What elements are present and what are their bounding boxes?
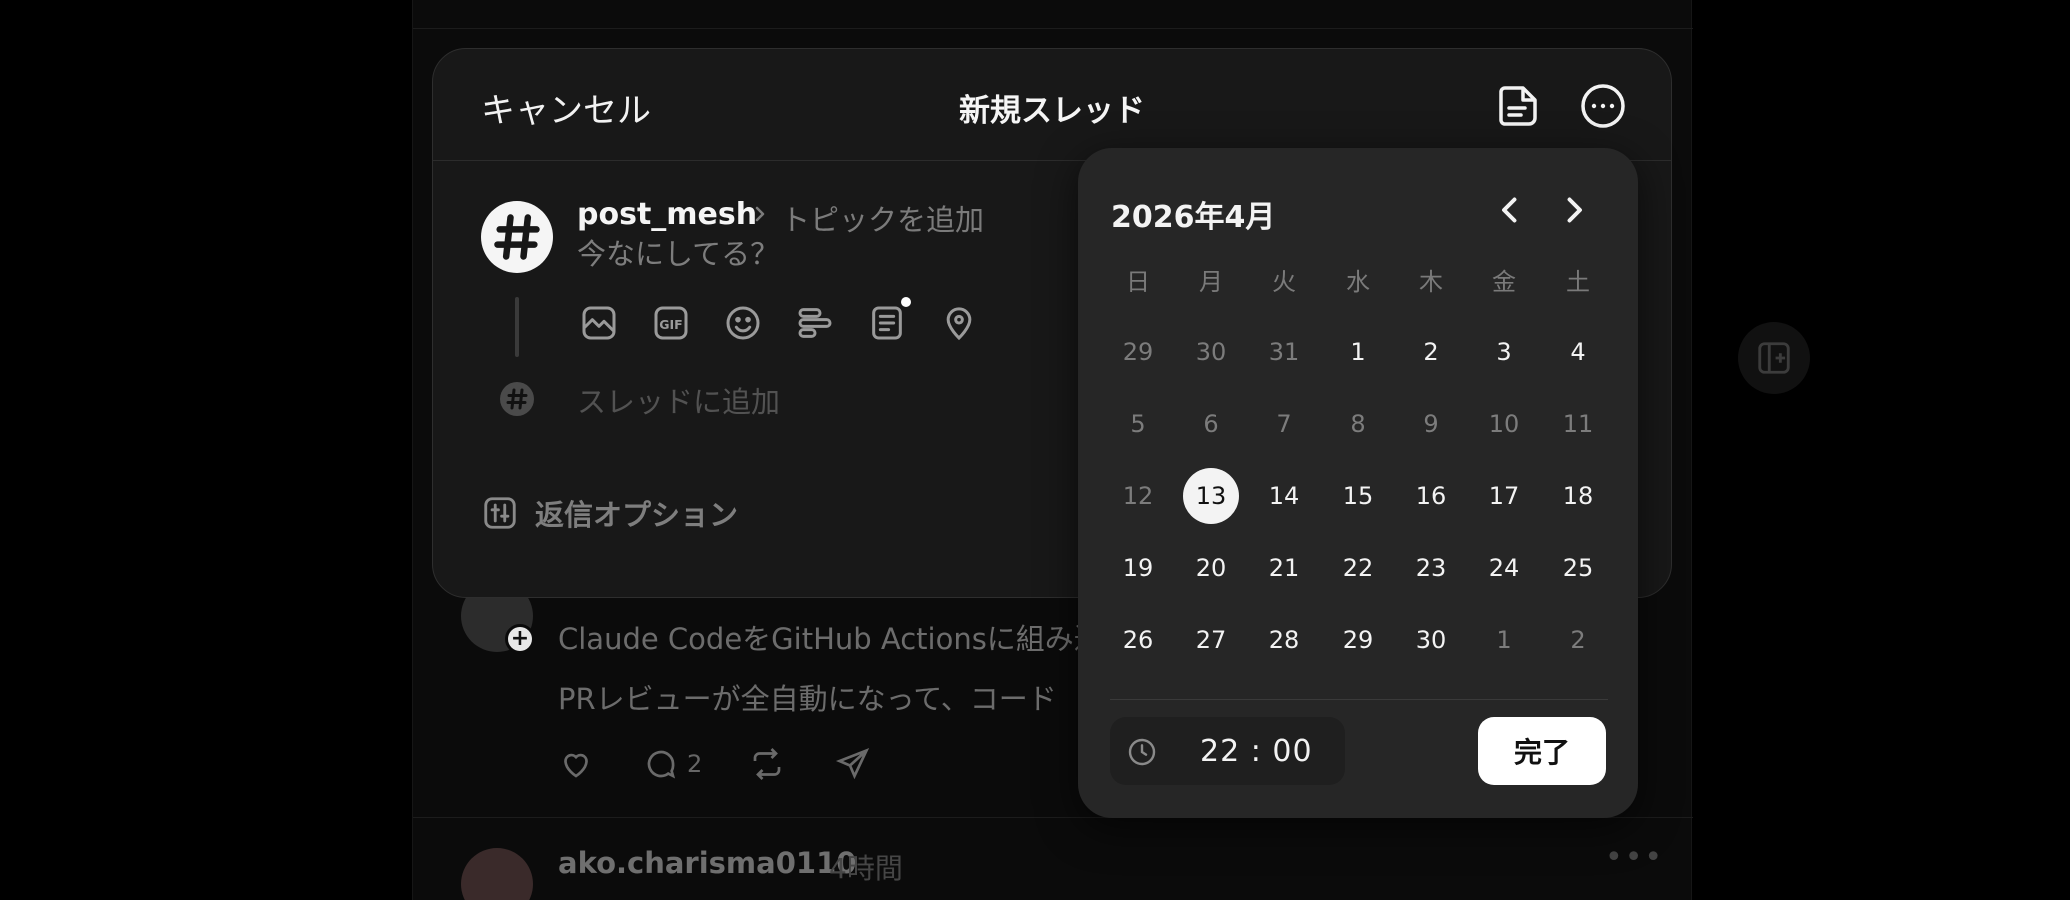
chevron-left-icon xyxy=(1502,197,1517,223)
user-avatar xyxy=(481,201,553,273)
gif-icon[interactable]: GIF xyxy=(651,303,691,343)
month-label: 2026年4月 xyxy=(1111,200,1276,235)
clock-icon xyxy=(1128,738,1156,766)
thread-avatar xyxy=(500,382,534,416)
new-column-button[interactable] xyxy=(1738,322,1810,394)
calendar-day[interactable]: 24 xyxy=(1476,540,1532,596)
calendar-day[interactable]: 29 xyxy=(1330,612,1386,668)
emoji-icon[interactable] xyxy=(723,303,763,343)
time-value: 22 : 00 xyxy=(1200,734,1313,769)
done-button[interactable]: 完了 xyxy=(1478,717,1606,785)
calendar-day[interactable]: 4 xyxy=(1550,324,1606,380)
calendar-day[interactable]: 18 xyxy=(1550,468,1606,524)
calendar-day[interactable]: 20 xyxy=(1183,540,1239,596)
avatar[interactable] xyxy=(461,848,533,900)
dialog-title: 新規スレッド xyxy=(959,93,1145,129)
weekday-label: 水 xyxy=(1346,268,1370,296)
calendar-day: 11 xyxy=(1550,396,1606,452)
calendar-day[interactable]: 13 xyxy=(1183,468,1239,524)
calendar-day[interactable]: 3 xyxy=(1476,324,1532,380)
weekday-label: 月 xyxy=(1199,268,1223,296)
heart-icon[interactable] xyxy=(558,746,594,782)
calendar-day: 9 xyxy=(1403,396,1459,452)
chevron-right-icon xyxy=(1567,197,1582,223)
share-icon[interactable] xyxy=(835,746,871,782)
location-icon[interactable] xyxy=(939,303,979,343)
weekday-label: 火 xyxy=(1272,268,1296,296)
post-username[interactable]: ako.charisma0110 xyxy=(558,846,856,880)
document-icon[interactable] xyxy=(867,297,911,343)
hashtag-icon xyxy=(506,388,528,410)
calendar-day: 2 xyxy=(1550,612,1606,668)
time-picker[interactable]: 22 : 00 xyxy=(1110,717,1345,785)
reply-options-button[interactable]: 返信オプション xyxy=(481,493,738,533)
calendar-day[interactable]: 28 xyxy=(1256,612,1312,668)
calendar-day: 29 xyxy=(1110,324,1166,380)
comment-icon[interactable] xyxy=(643,746,679,782)
more-options-icon[interactable] xyxy=(1579,82,1627,130)
post-time: 4時間 xyxy=(829,852,903,885)
divider xyxy=(1110,699,1608,700)
notification-dot xyxy=(901,297,911,307)
post-text-line: Claude CodeをGitHub Actionsに組み込 xyxy=(558,622,1103,656)
add-topic-button[interactable]: トピックを追加 xyxy=(781,197,984,239)
poll-icon[interactable] xyxy=(795,303,835,343)
calendar-day[interactable]: 22 xyxy=(1330,540,1386,596)
feed-divider xyxy=(413,28,1693,29)
calendar-day[interactable]: 15 xyxy=(1330,468,1386,524)
follow-plus-icon[interactable]: + xyxy=(505,624,535,654)
svg-text:GIF: GIF xyxy=(659,317,682,332)
weekday-label: 木 xyxy=(1419,268,1443,296)
calendar-day: 31 xyxy=(1256,324,1312,380)
thread-text-input[interactable] xyxy=(577,237,1077,271)
weekday-label: 金 xyxy=(1492,268,1516,296)
chevron-right-icon xyxy=(749,199,773,229)
sliders-icon xyxy=(484,497,516,529)
thread-line xyxy=(515,297,519,357)
hashtag-icon xyxy=(494,214,540,260)
drafts-icon[interactable] xyxy=(1495,82,1543,130)
date-picker: 2026年4月 日月火水木金土 29 30 31 1 2 3 4 5 6 7 8 9 10 11 12 13 1… xyxy=(1078,148,1638,818)
calendar-day: 1 xyxy=(1476,612,1532,668)
reply-options-label: 返信オプション xyxy=(535,498,739,532)
add-column-icon xyxy=(1758,342,1790,374)
next-month-button[interactable] xyxy=(1556,192,1592,228)
calendar-day[interactable]: 27 xyxy=(1183,612,1239,668)
calendar-day[interactable]: 2 xyxy=(1403,324,1459,380)
calendar-day[interactable]: 14 xyxy=(1256,468,1312,524)
calendar-day[interactable]: 21 xyxy=(1256,540,1312,596)
calendar-day: 5 xyxy=(1110,396,1166,452)
calendar-day[interactable]: 23 xyxy=(1403,540,1459,596)
calendar-day: 12 xyxy=(1110,468,1166,524)
calendar-day[interactable]: 26 xyxy=(1110,612,1166,668)
calendar-day: 30 xyxy=(1183,324,1239,380)
dialog-header: キャンセル 新規スレッド xyxy=(433,49,1671,161)
calendar-day[interactable]: 1 xyxy=(1330,324,1386,380)
calendar-day[interactable]: 16 xyxy=(1403,468,1459,524)
calendar-day[interactable]: 25 xyxy=(1550,540,1606,596)
reply-count: 2 xyxy=(687,750,703,778)
calendar-day: 6 xyxy=(1183,396,1239,452)
calendar-day[interactable]: 30 xyxy=(1403,612,1459,668)
add-to-thread-button[interactable]: スレッドに追加 xyxy=(577,379,780,421)
post-text-line: PRレビューが全自動になって、コード xyxy=(558,682,1057,716)
calendar-day[interactable]: 17 xyxy=(1476,468,1532,524)
more-icon[interactable]: ••• xyxy=(1605,840,1664,875)
calendar-day: 8 xyxy=(1330,396,1386,452)
image-icon[interactable] xyxy=(579,303,619,343)
calendar-day: 7 xyxy=(1256,396,1312,452)
previous-month-button[interactable] xyxy=(1492,192,1528,228)
calendar-day: 10 xyxy=(1476,396,1532,452)
feed-post[interactable]: ako.charisma0110 4時間 ••• xyxy=(413,818,1693,900)
calendar-day[interactable]: 19 xyxy=(1110,540,1166,596)
repost-icon[interactable] xyxy=(749,746,785,782)
weekday-label: 土 xyxy=(1566,268,1590,296)
composer-username: post_mesh xyxy=(577,197,758,232)
weekday-label: 日 xyxy=(1126,268,1150,296)
